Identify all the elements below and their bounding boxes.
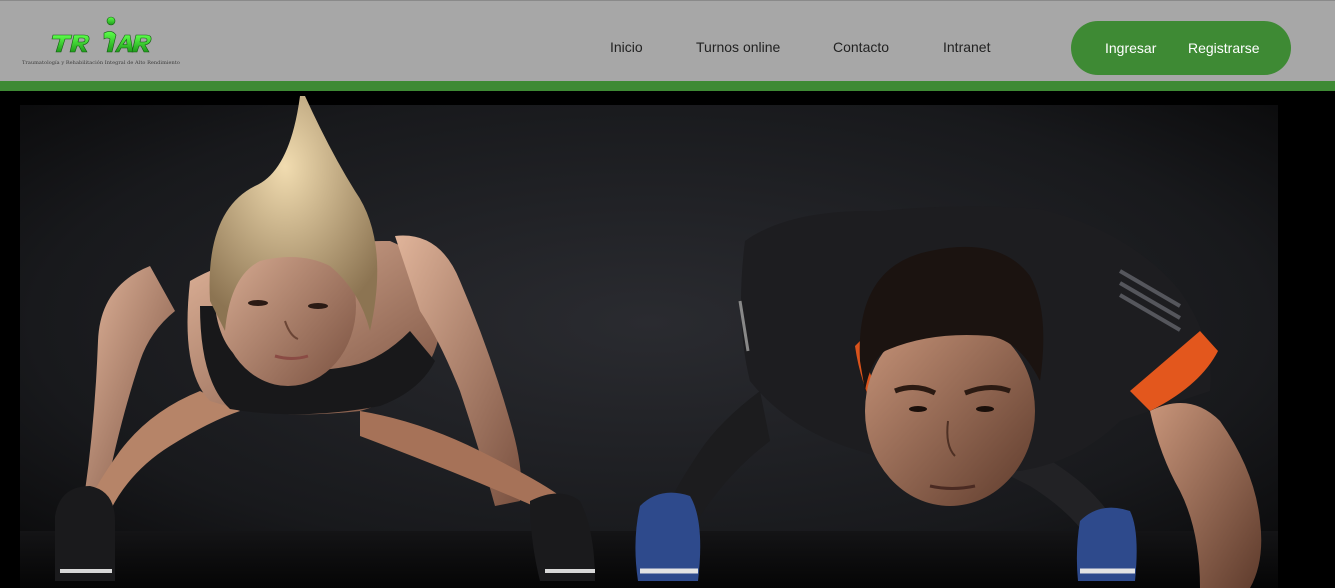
header-accent-stripe xyxy=(0,81,1335,91)
login-button[interactable]: Ingresar xyxy=(1105,40,1156,56)
site-header: Traumatología y Rehabilitación Integral … xyxy=(0,0,1335,81)
nav-item-inicio[interactable]: Inicio xyxy=(610,39,643,55)
nav-item-turnos-online[interactable]: Turnos online xyxy=(696,39,780,55)
hero-image xyxy=(0,91,1335,588)
register-button[interactable]: Registrarse xyxy=(1188,40,1260,56)
nav-item-intranet[interactable]: Intranet xyxy=(943,39,990,55)
nav-item-contacto[interactable]: Contacto xyxy=(833,39,889,55)
logo-tagline: Traumatología y Rehabilitación Integral … xyxy=(22,60,180,66)
auth-pill: Ingresar Registrarse xyxy=(1071,21,1291,75)
hero-photo xyxy=(0,91,1335,588)
